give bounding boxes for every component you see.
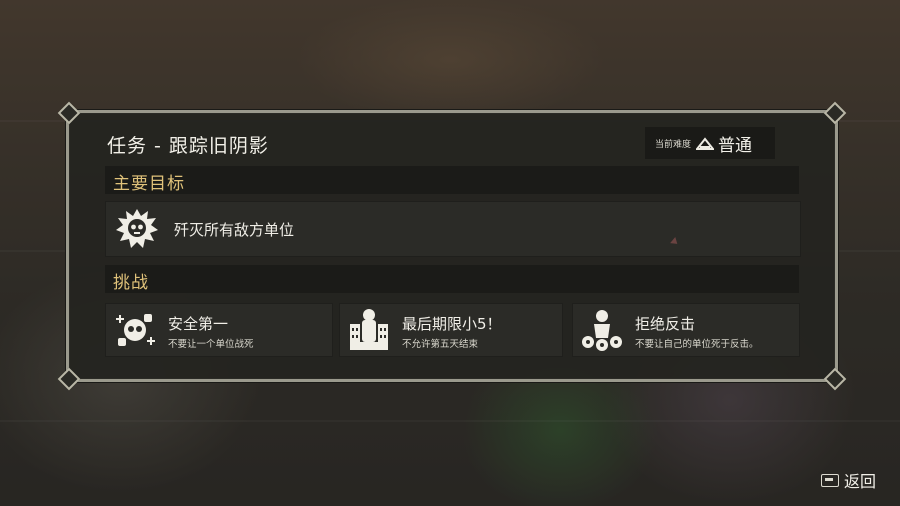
- challenge-card[interactable]: 安全第一 不要让一个单位战死: [105, 303, 333, 357]
- deadline-icon: [350, 309, 388, 350]
- challenge-desc: 不要让自己的单位死于反击。: [635, 339, 759, 350]
- no-counter-icon: [582, 310, 622, 351]
- back-button[interactable]: 返回: [820, 468, 876, 492]
- keyboard-key-icon: [820, 473, 839, 487]
- back-label: 返回: [843, 472, 876, 491]
- challenge-card[interactable]: 拒绝反击 不要让自己的单位死于反击。: [572, 303, 800, 357]
- mission-title: 任务 - 跟踪旧阴影: [107, 135, 269, 157]
- safety-icon: [116, 314, 155, 346]
- difficulty-label: 当前难度: [655, 139, 692, 150]
- enemy-skull-icon: [116, 209, 158, 248]
- primary-objective-text: 歼灭所有敌方单位: [174, 221, 295, 239]
- difficulty-icon: [696, 137, 715, 150]
- primary-objective-row: 歼灭所有敌方单位: [105, 201, 801, 257]
- challenges-header: 挑战: [105, 265, 799, 293]
- challenges-heading: 挑战: [113, 273, 149, 293]
- challenge-title: 最后期限小5！: [402, 315, 502, 333]
- challenge-desc: 不允许第五天结束: [402, 339, 479, 350]
- challenge-desc: 不要让一个单位战死: [168, 339, 254, 350]
- challenge-title: 拒绝反击: [635, 315, 696, 333]
- difficulty-value: 普通: [718, 135, 753, 156]
- challenge-title: 安全第一: [168, 315, 229, 333]
- challenge-card[interactable]: 最后期限小5！ 不允许第五天结束: [339, 303, 563, 357]
- difficulty-badge: 当前难度 普通: [645, 127, 775, 159]
- mission-panel: 任务 - 跟踪旧阴影 当前难度 普通 主要目标 歼灭所有敌方单位 挑战 安全第一…: [57, 101, 847, 391]
- primary-objective-header: 主要目标: [105, 166, 799, 194]
- primary-objective-heading: 主要目标: [113, 174, 185, 194]
